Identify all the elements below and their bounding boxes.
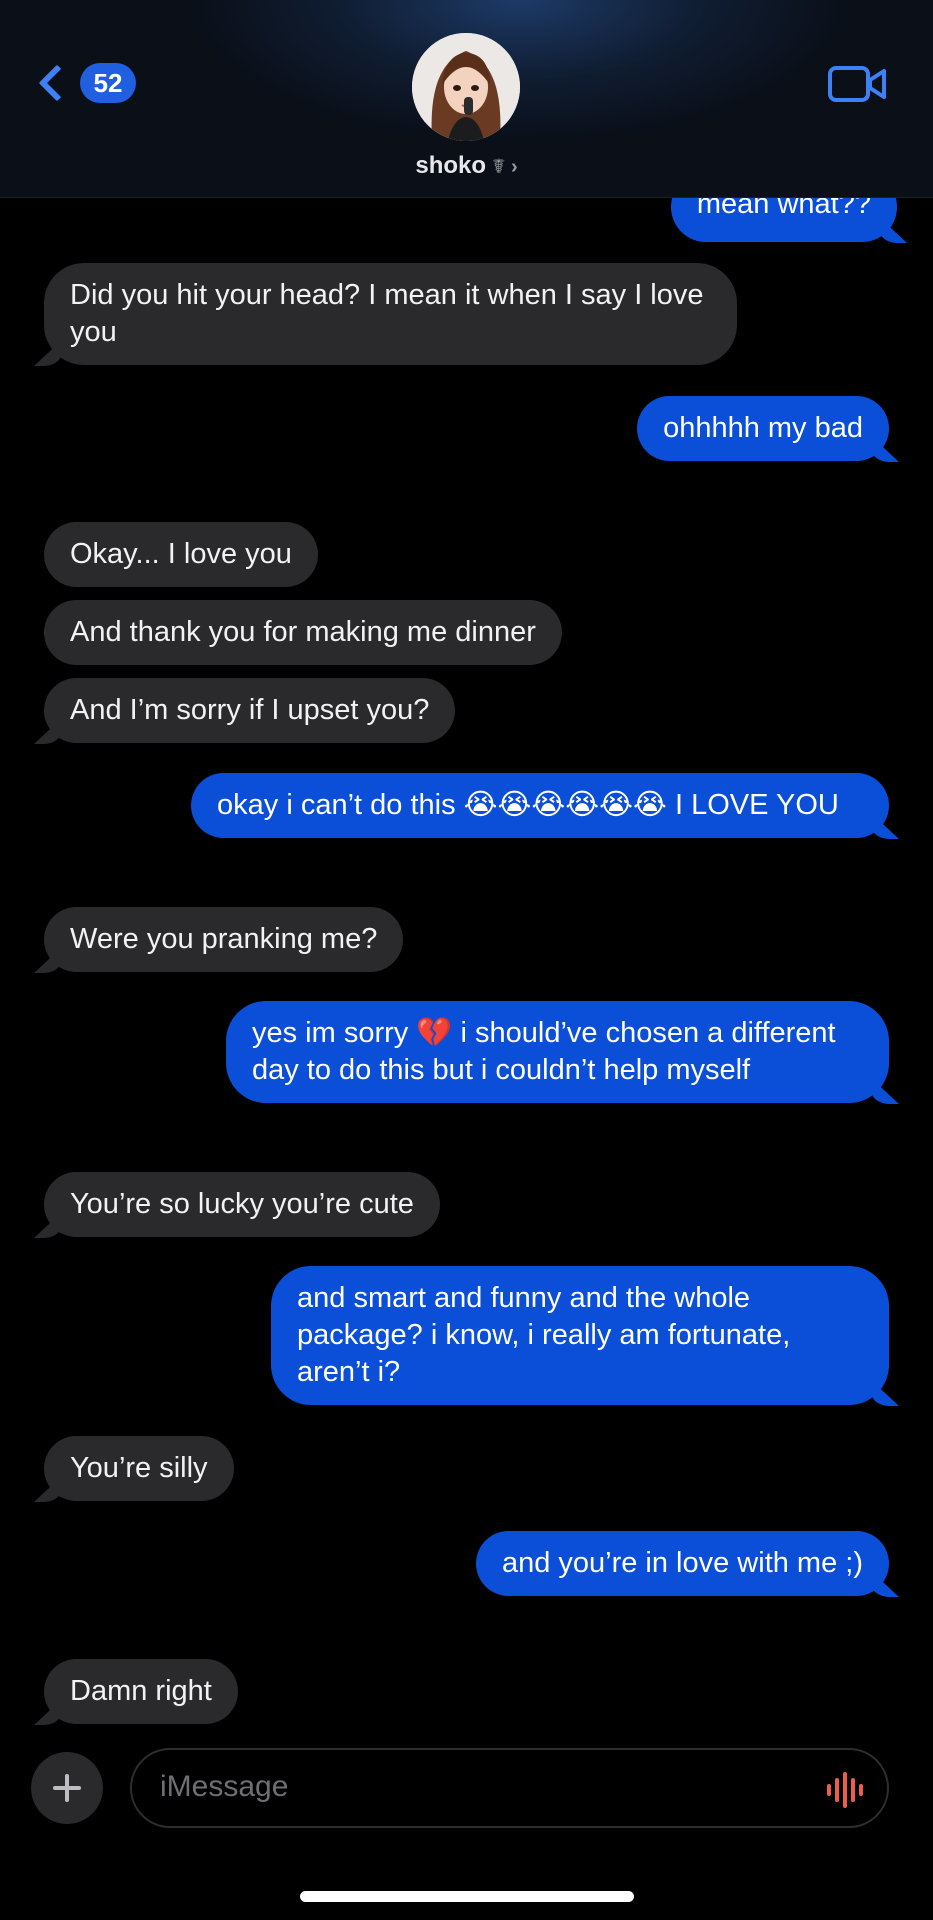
- message-outgoing[interactable]: and you’re in love with me ;): [475, 1531, 889, 1596]
- message-outgoing[interactable]: and smart and funny and the whole packag…: [271, 1266, 889, 1405]
- message-outgoing[interactable]: okay i can’t do this 😭😭😭😭😭😭 I LOVE YOU: [191, 773, 889, 838]
- message-input-placeholder: iMessage: [160, 1770, 289, 1803]
- facetime-video-button[interactable]: [828, 64, 888, 104]
- unread-count-badge: 52: [80, 63, 136, 103]
- message-incoming[interactable]: And thank you for making me dinner: [44, 600, 562, 665]
- imessage-conversation: mean what?? Did you hit your head? I mea…: [0, 0, 933, 1920]
- avatar-portrait-image: [412, 33, 520, 141]
- audio-waveform-icon[interactable]: [825, 1772, 865, 1808]
- message-incoming[interactable]: Damn right: [44, 1659, 238, 1724]
- message-outgoing[interactable]: ohhhhh my bad: [637, 396, 889, 461]
- contact-name-text: shoko: [415, 152, 487, 179]
- back-button[interactable]: 52: [30, 58, 136, 108]
- message-input[interactable]: iMessage: [130, 1748, 889, 1828]
- message-incoming[interactable]: Did you hit your head? I mean it when I …: [44, 263, 737, 365]
- chevron-left-icon: [38, 64, 76, 102]
- message-incoming[interactable]: You’re so lucky you’re cute: [44, 1172, 440, 1237]
- message-incoming[interactable]: You’re silly: [44, 1436, 234, 1501]
- message-incoming[interactable]: Okay... I love you: [44, 522, 318, 587]
- contact-details-chevron-icon: ☤ ›: [492, 156, 518, 178]
- message-incoming[interactable]: Were you pranking me?: [44, 907, 404, 972]
- home-indicator[interactable]: [300, 1891, 634, 1902]
- apps-plus-button[interactable]: [31, 1752, 103, 1824]
- video-camera-icon: [828, 66, 886, 102]
- contact-avatar[interactable]: [412, 33, 520, 141]
- message-outgoing[interactable]: yes im sorry 💔 i should’ve chosen a diff…: [226, 1001, 889, 1103]
- conversation-header: 52 shoko ☤ ›: [0, 0, 933, 198]
- contact-name[interactable]: shoko ☤ ›: [0, 152, 933, 180]
- message-incoming[interactable]: And I’m sorry if I upset you?: [44, 678, 456, 743]
